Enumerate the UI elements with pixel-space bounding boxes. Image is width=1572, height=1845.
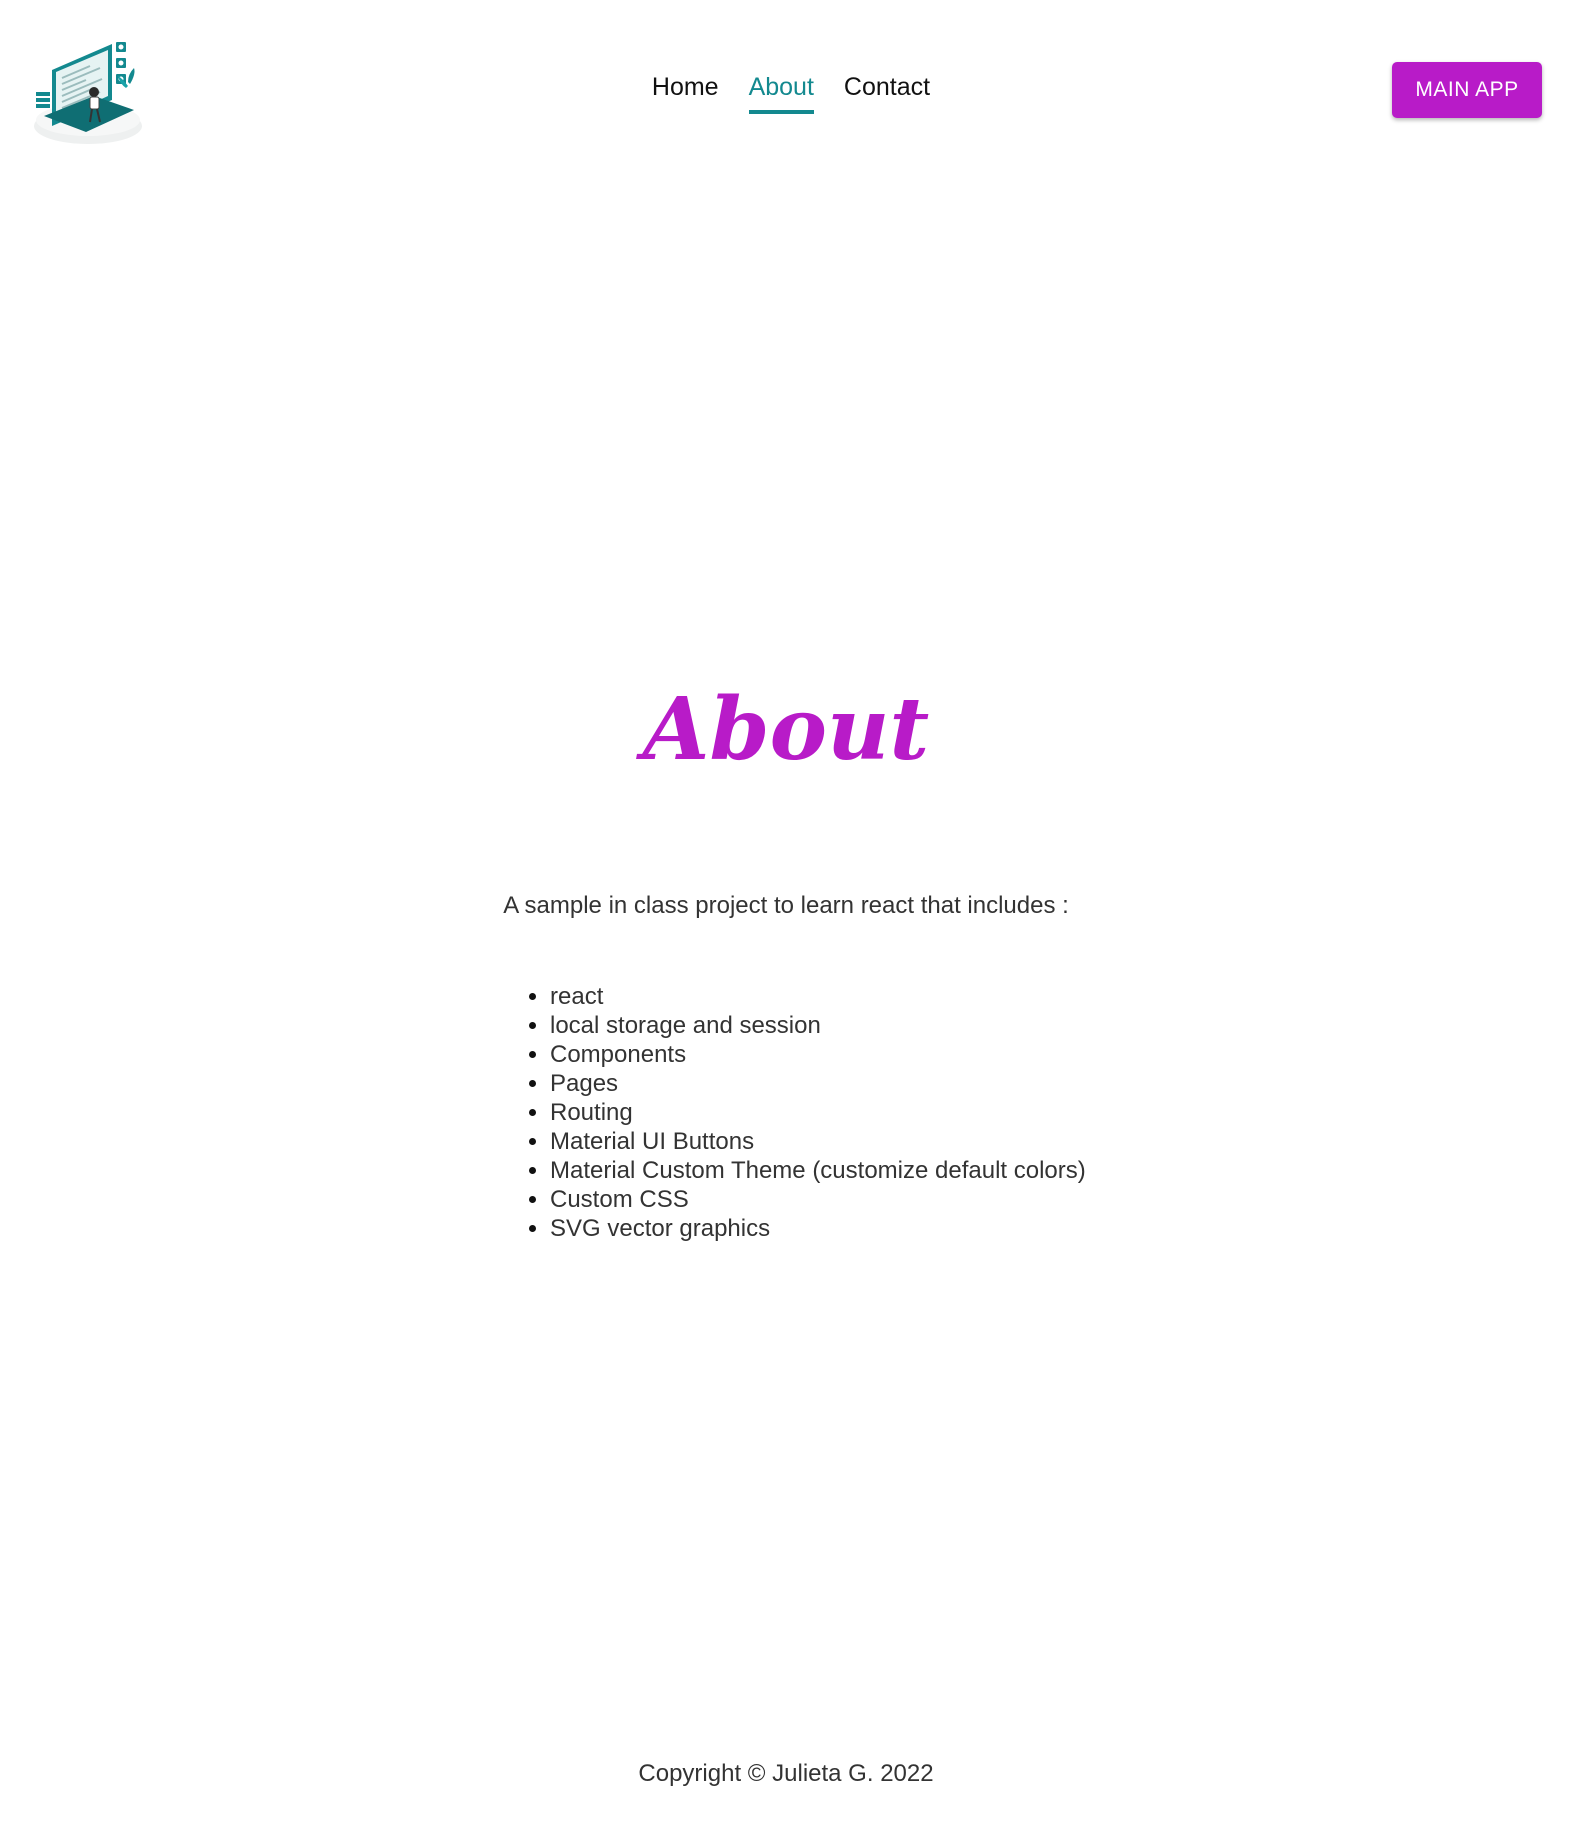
nav-contact-link[interactable]: Contact bbox=[844, 70, 930, 114]
feature-list: react local storage and session Componen… bbox=[508, 982, 1086, 1243]
nav-home-link[interactable]: Home bbox=[652, 70, 719, 114]
intro-text: A sample in class project to learn react… bbox=[503, 892, 1069, 919]
list-item: Material Custom Theme (customize default… bbox=[550, 1156, 1086, 1185]
footer-copyright: Copyright © Julieta G. 2022 bbox=[638, 1760, 934, 1787]
list-item: Material UI Buttons bbox=[550, 1127, 1086, 1156]
site-header: Home About Contact MAIN APP bbox=[0, 0, 1572, 180]
nav-about-link[interactable]: About bbox=[748, 70, 814, 114]
list-item: SVG vector graphics bbox=[550, 1214, 1086, 1243]
main-nav: Home About Contact bbox=[0, 70, 1572, 114]
list-item: Pages bbox=[550, 1069, 1086, 1098]
list-item: local storage and session bbox=[550, 1011, 1086, 1040]
list-item: Components bbox=[550, 1040, 1086, 1069]
list-item: Custom CSS bbox=[550, 1185, 1086, 1214]
list-item: react bbox=[550, 982, 1086, 1011]
main-app-button[interactable]: MAIN APP bbox=[1392, 62, 1542, 118]
page-title: About bbox=[642, 679, 930, 780]
list-item: Routing bbox=[550, 1098, 1086, 1127]
